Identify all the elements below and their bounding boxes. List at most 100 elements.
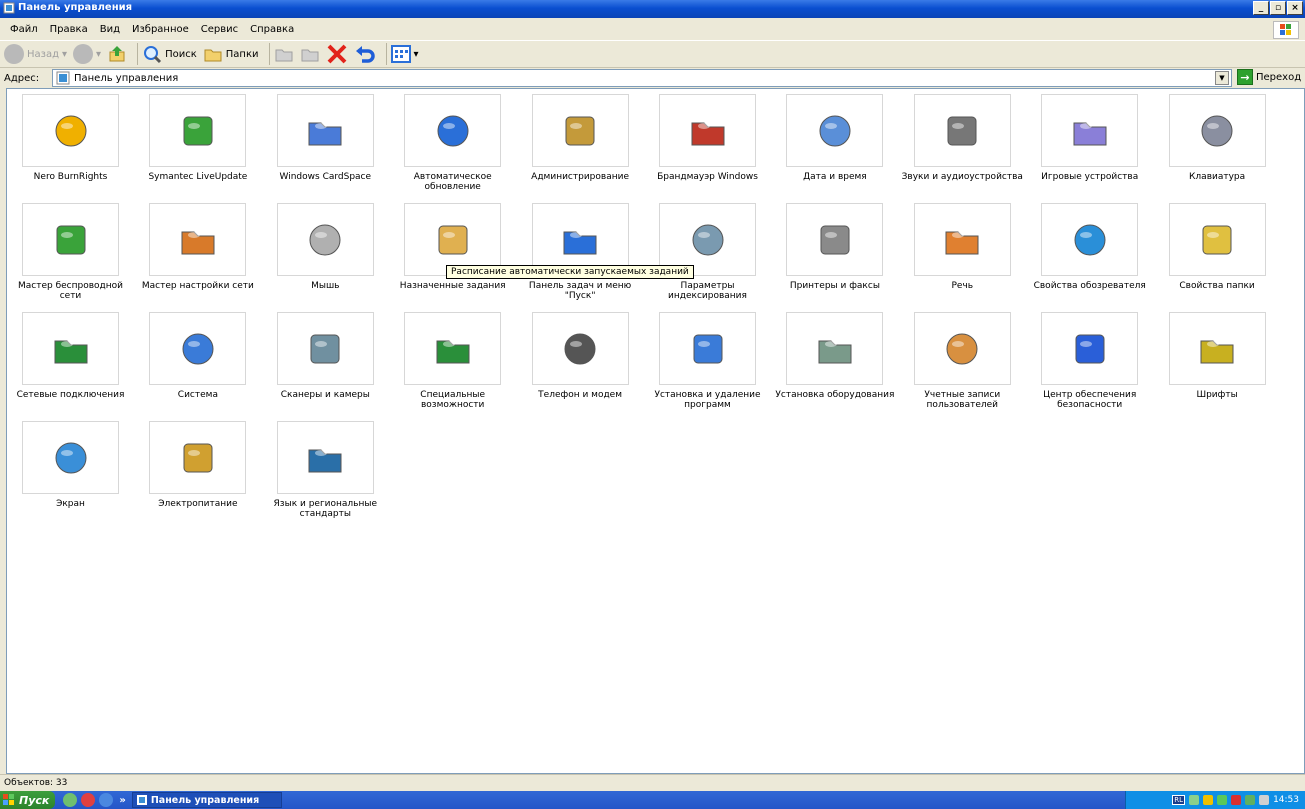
control-panel-item[interactable]: Игровые устройства bbox=[1026, 90, 1153, 199]
item-label: Symantec LiveUpdate bbox=[148, 172, 248, 182]
folders-button[interactable]: Папки bbox=[203, 44, 259, 64]
menu-help[interactable]: Справка bbox=[244, 24, 300, 35]
views-icon bbox=[390, 45, 411, 63]
control-panel-item[interactable]: Назначенные задания bbox=[389, 199, 516, 308]
control-panel-item[interactable]: Мышь bbox=[262, 199, 389, 308]
control-panel-item[interactable]: Брандмауэр Windows bbox=[644, 90, 771, 199]
power-options-icon bbox=[183, 443, 213, 472]
control-panel-item[interactable]: Мастер настройки сети bbox=[134, 199, 261, 308]
toolbar-separator bbox=[385, 43, 387, 65]
control-panel-item[interactable]: Сетевые подключения bbox=[7, 308, 134, 417]
control-panel-item[interactable]: Язык и региональные стандарты bbox=[262, 417, 389, 526]
control-panel-item[interactable]: Свойства папки bbox=[1154, 199, 1281, 308]
menu-file[interactable]: Файл bbox=[4, 24, 44, 35]
control-panel-item[interactable]: Принтеры и факсы bbox=[771, 199, 898, 308]
item-icon-frame bbox=[276, 312, 374, 385]
item-label: Свойства обозревателя bbox=[1033, 281, 1146, 291]
control-panel-item[interactable]: Свойства обозревателя bbox=[1026, 199, 1153, 308]
window-title: Панель управления bbox=[18, 2, 133, 13]
go-button[interactable]: → Переход bbox=[1237, 69, 1301, 85]
control-panel-item[interactable]: Учетные записи пользователей bbox=[899, 308, 1026, 417]
disc-lock-icon bbox=[55, 115, 86, 146]
up-button[interactable] bbox=[107, 44, 127, 64]
menu-view[interactable]: Вид bbox=[94, 24, 126, 35]
copy-to-icon bbox=[301, 49, 318, 62]
control-panel-item[interactable]: Шрифты bbox=[1154, 308, 1281, 417]
antivirus-tray-icon[interactable] bbox=[1231, 795, 1242, 805]
quick-launch-browser-icon[interactable] bbox=[99, 793, 114, 807]
back-button[interactable]: Назад ▾ bbox=[4, 44, 67, 64]
start-button[interactable]: Пуск bbox=[0, 791, 56, 809]
control-panel-item[interactable]: Symantec LiveUpdate bbox=[134, 90, 261, 199]
folders-label: Папки bbox=[225, 48, 259, 60]
item-label: Шрифты bbox=[1196, 390, 1238, 400]
maximize-button[interactable]: ▫ bbox=[1270, 1, 1286, 15]
control-panel-item[interactable]: Панель задач и меню "Пуск" bbox=[517, 199, 644, 308]
move-to-button[interactable] bbox=[274, 44, 294, 64]
control-panel-item[interactable]: Телефон и модем bbox=[517, 308, 644, 417]
title-bar[interactable]: Панель управления _ ▫ × bbox=[0, 0, 1305, 18]
volume-tray-icon[interactable] bbox=[1259, 795, 1270, 805]
network-tray-icon[interactable] bbox=[1189, 795, 1200, 805]
mouse-icon bbox=[309, 224, 341, 255]
copy-to-button[interactable] bbox=[300, 44, 320, 64]
item-icon-frame bbox=[22, 203, 119, 276]
windows-logo-icon bbox=[1273, 21, 1299, 39]
forward-button[interactable]: ▾ bbox=[73, 44, 101, 64]
chevron-down-icon: ▾ bbox=[413, 48, 419, 60]
control-panel-item[interactable]: Специальные возможности bbox=[389, 308, 516, 417]
item-label: Установка и удаление программ bbox=[654, 390, 761, 410]
delete-button[interactable] bbox=[326, 43, 348, 65]
control-panel-item[interactable]: Экран bbox=[7, 417, 134, 526]
back-label: Назад bbox=[27, 48, 60, 60]
control-panel-item[interactable]: Центр обеспечения безопасности bbox=[1026, 308, 1153, 417]
taskbar-button-control-panel[interactable]: Панель управления bbox=[131, 792, 282, 808]
item-label: Сканеры и камеры bbox=[280, 390, 370, 400]
views-button[interactable]: ▾ bbox=[390, 45, 419, 63]
control-panel-item[interactable]: Электропитание bbox=[134, 417, 261, 526]
item-label: Электропитание bbox=[158, 499, 238, 509]
control-panel-item[interactable]: Установка оборудования bbox=[771, 308, 898, 417]
item-label: Принтеры и факсы bbox=[789, 281, 880, 291]
back-arrow-icon bbox=[4, 44, 24, 64]
item-label: Администрирование bbox=[531, 172, 629, 182]
search-button[interactable]: Поиск bbox=[142, 44, 197, 64]
control-panel-item[interactable]: Мастер беспроводной сети bbox=[7, 199, 134, 308]
item-icon-frame bbox=[1168, 203, 1266, 276]
speech-icon bbox=[945, 231, 979, 254]
control-panel-item[interactable]: Клавиатура bbox=[1154, 90, 1281, 199]
item-label: Учетные записи пользователей bbox=[924, 390, 1001, 410]
control-panel-item[interactable]: Сканеры и камеры bbox=[262, 308, 389, 417]
cardspace-icon bbox=[308, 122, 342, 145]
menu-tools[interactable]: Сервис bbox=[195, 24, 244, 35]
control-panel-item[interactable]: Речь bbox=[899, 199, 1026, 308]
language-indicator[interactable]: RL bbox=[1172, 795, 1186, 805]
item-label: Мастер настройки сети bbox=[141, 281, 254, 291]
control-panel-item[interactable]: Дата и время bbox=[771, 90, 898, 199]
control-panel-item[interactable]: Windows CardSpace bbox=[262, 90, 389, 199]
undo-button[interactable] bbox=[354, 43, 376, 65]
control-panel-item[interactable]: Звуки и аудиоустройства bbox=[899, 90, 1026, 199]
control-panel-item[interactable]: Автоматическое обновление bbox=[389, 90, 516, 199]
app-tray-icon[interactable] bbox=[1217, 795, 1228, 805]
quick-launch-opera-icon[interactable] bbox=[81, 793, 96, 807]
control-panel-item[interactable]: Администрирование bbox=[517, 90, 644, 199]
connection-tray-icon[interactable] bbox=[1245, 795, 1256, 805]
quick-launch-app-icon[interactable] bbox=[63, 793, 78, 807]
add-hardware-icon bbox=[818, 340, 852, 363]
control-panel-item[interactable]: Установка и удаление программ bbox=[644, 308, 771, 417]
minimize-button[interactable]: _ bbox=[1253, 1, 1269, 15]
menu-edit[interactable]: Правка bbox=[44, 24, 94, 35]
user-accounts-icon bbox=[946, 333, 978, 364]
control-panel-item[interactable]: Система bbox=[134, 308, 261, 417]
address-input[interactable]: Панель управления ▼ bbox=[52, 69, 1232, 87]
control-panel-item[interactable]: Параметры индексирования bbox=[644, 199, 771, 308]
menu-favorites[interactable]: Избранное bbox=[126, 24, 195, 35]
printer-icon bbox=[820, 225, 850, 254]
security-tray-icon[interactable] bbox=[1203, 795, 1214, 805]
address-dropdown-button[interactable]: ▼ bbox=[1215, 71, 1229, 85]
quick-launch-expand-icon[interactable]: » bbox=[119, 795, 125, 806]
close-button[interactable]: × bbox=[1287, 1, 1303, 15]
control-panel-item[interactable]: Nero BurnRights bbox=[7, 90, 134, 199]
item-label: Звуки и аудиоустройства bbox=[901, 172, 1023, 182]
